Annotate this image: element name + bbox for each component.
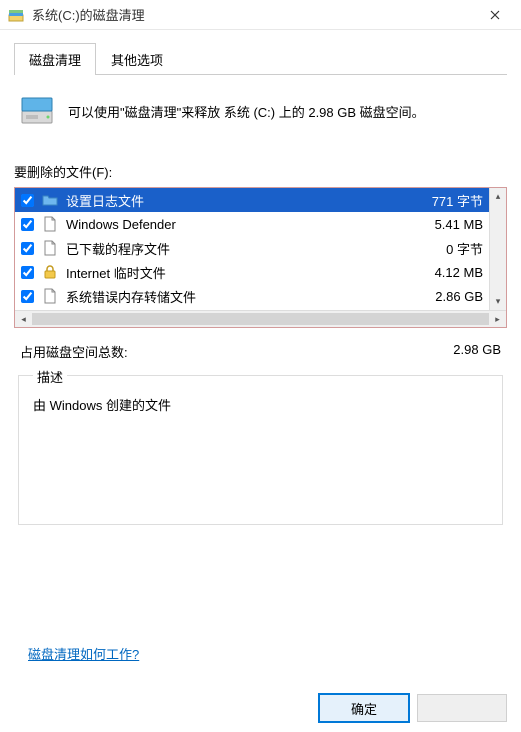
file-checkbox[interactable]: [21, 266, 34, 279]
tab-other-options[interactable]: 其他选项: [96, 43, 178, 75]
close-button[interactable]: [472, 1, 517, 29]
summary-text: 可以使用"磁盘清理"来释放 系统 (C:) 上的 2.98 GB 磁盘空间。: [68, 102, 425, 121]
file-checkbox[interactable]: [21, 242, 34, 255]
tabs: 磁盘清理 其他选项: [14, 42, 507, 75]
scroll-up-icon[interactable]: ▴: [490, 188, 506, 205]
drive-icon: [20, 93, 54, 130]
file-size: 5.41 MB: [413, 217, 483, 232]
file-name: 系统错误内存转储文件: [66, 287, 405, 306]
scroll-right-icon[interactable]: ▸: [489, 311, 506, 327]
file-row[interactable]: 设置日志文件 771 字节: [15, 188, 489, 212]
file-size: 4.12 MB: [413, 265, 483, 280]
horizontal-scrollbar[interactable]: ◂ ▸: [15, 310, 506, 327]
disk-cleanup-icon: [8, 7, 24, 23]
file-checkbox[interactable]: [21, 218, 34, 231]
description-legend: 描述: [33, 367, 67, 386]
how-it-works-link[interactable]: 磁盘清理如何工作?: [28, 644, 139, 663]
button-bar: 确定: [319, 694, 507, 722]
file-list: 设置日志文件 771 字节 Windows Defender 5.41 MB 已下载的程…: [14, 187, 507, 328]
cancel-button[interactable]: [417, 694, 507, 722]
description-text: 由 Windows 创建的文件: [33, 395, 488, 414]
file-size: 0 字节: [413, 239, 483, 258]
lock-icon: [42, 264, 58, 280]
file-checkbox[interactable]: [21, 290, 34, 303]
file-icon: [42, 288, 58, 304]
scroll-left-icon[interactable]: ◂: [15, 311, 32, 327]
file-row[interactable]: Internet 临时文件 4.12 MB: [15, 260, 489, 284]
file-icon: [42, 216, 58, 232]
total-value: 2.98 GB: [453, 342, 501, 361]
titlebar: 系统(C:)的磁盘清理: [0, 0, 521, 30]
scroll-down-icon[interactable]: ▾: [490, 293, 506, 310]
scroll-track[interactable]: [490, 205, 506, 293]
file-checkbox[interactable]: [21, 194, 34, 207]
file-name: Windows Defender: [66, 217, 405, 232]
scroll-track[interactable]: [32, 313, 489, 325]
file-name: 设置日志文件: [66, 191, 405, 210]
window-title: 系统(C:)的磁盘清理: [32, 5, 472, 24]
file-row[interactable]: Windows Defender 5.41 MB: [15, 212, 489, 236]
file-size: 771 字节: [413, 191, 483, 210]
file-row[interactable]: 已下载的程序文件 0 字节: [15, 236, 489, 260]
summary: 可以使用"磁盘清理"来释放 系统 (C:) 上的 2.98 GB 磁盘空间。: [14, 89, 507, 152]
file-icon: [42, 240, 58, 256]
vertical-scrollbar[interactable]: ▴ ▾: [489, 188, 506, 310]
folder-blue-icon: [42, 192, 58, 208]
description-group: 描述 由 Windows 创建的文件: [18, 375, 503, 525]
tab-disk-cleanup[interactable]: 磁盘清理: [14, 43, 96, 75]
file-size: 2.86 GB: [413, 289, 483, 304]
total-space-row: 占用磁盘空间总数: 2.98 GB: [14, 328, 507, 369]
total-label: 占用磁盘空间总数:: [20, 342, 128, 361]
ok-button[interactable]: 确定: [319, 694, 409, 722]
file-name: Internet 临时文件: [66, 263, 405, 282]
file-row[interactable]: 系统错误内存转储文件 2.86 GB: [15, 284, 489, 308]
files-to-delete-label: 要删除的文件(F):: [14, 162, 507, 181]
file-name: 已下载的程序文件: [66, 239, 405, 258]
